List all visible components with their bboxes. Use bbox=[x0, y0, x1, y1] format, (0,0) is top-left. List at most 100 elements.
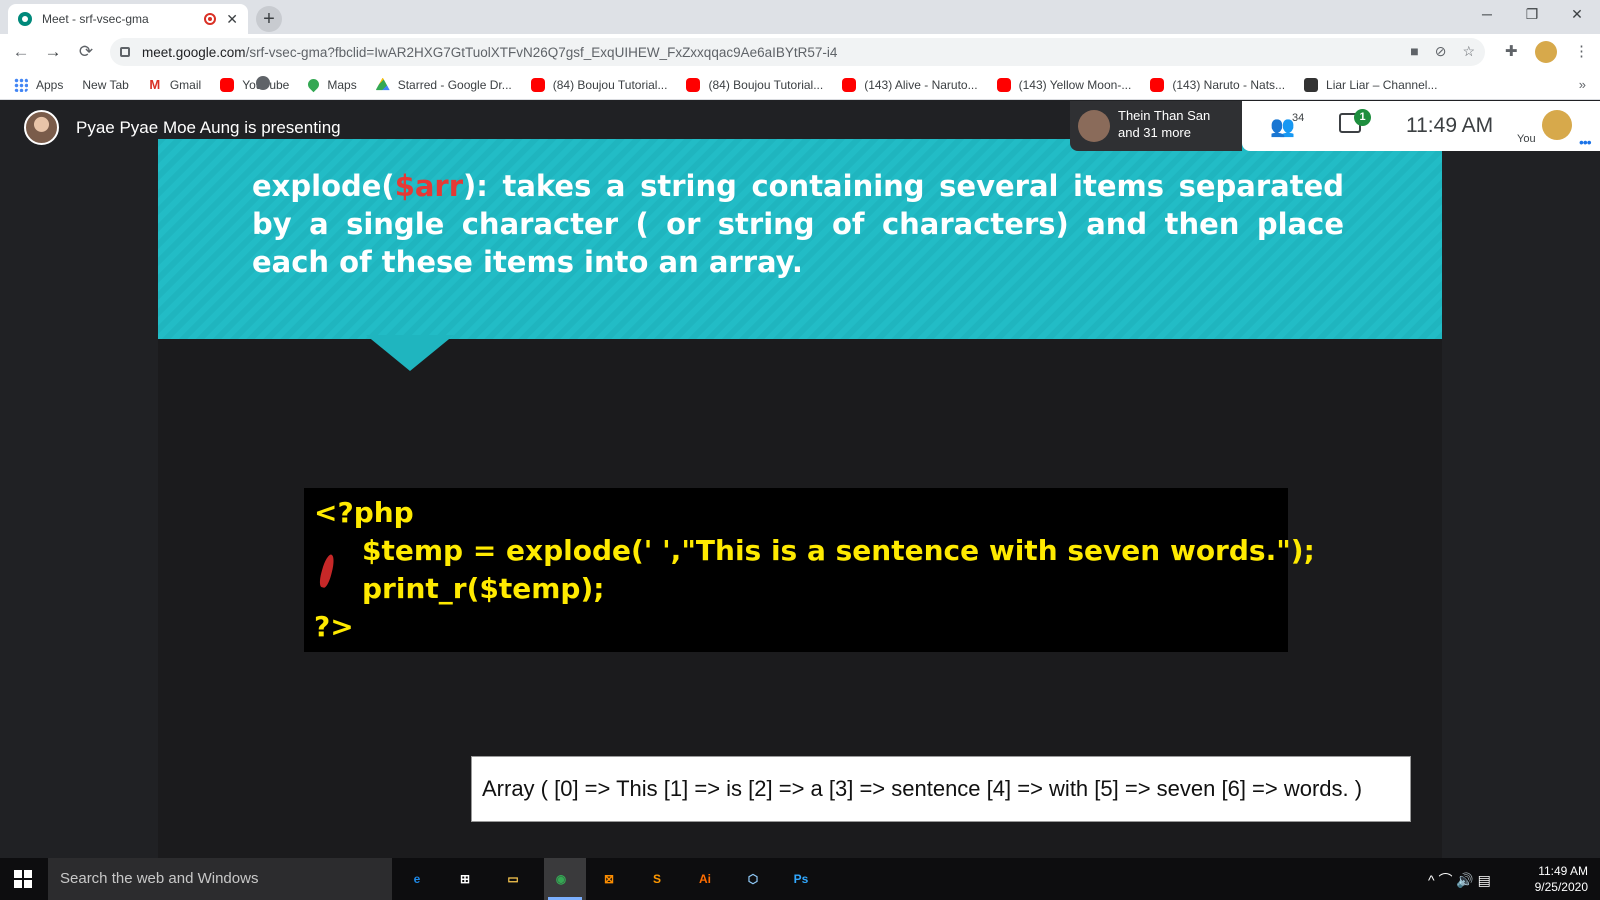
xampp-icon[interactable]: ⊠ bbox=[596, 866, 622, 892]
bookmarks-bar: Apps New Tab M Gmail YouTube Maps Starred - Go… bbox=[0, 70, 1600, 100]
omnibox-icons: ■ ⊘ ☆ bbox=[1410, 43, 1475, 60]
code-line: ?> bbox=[314, 610, 354, 643]
presenter-bar: Pyae Pyae Moe Aung is presenting Thein T… bbox=[0, 101, 1600, 151]
slide-description: explode($arr): takes a string containing… bbox=[252, 169, 1344, 279]
you-label: You bbox=[1517, 133, 1536, 145]
tab-title: Meet - srf-vsec-gma bbox=[42, 12, 149, 26]
bookmark-item[interactable]: Starred - Google Dr... bbox=[375, 77, 512, 92]
bookmark-label: (143) Naruto - Nats... bbox=[1172, 77, 1286, 92]
youtube-icon bbox=[842, 77, 857, 92]
presenter-avatar bbox=[24, 110, 59, 145]
tray-clock[interactable]: 11:49 AM 9/25/2020 bbox=[1535, 863, 1588, 895]
participant-chip[interactable]: Thein Than San and 31 more bbox=[1070, 101, 1242, 151]
close-window-button[interactable]: ✕ bbox=[1562, 6, 1592, 23]
bookmark-item[interactable]: (84) Boujou Tutorial... bbox=[686, 77, 824, 92]
eye-off-icon[interactable]: ⊘ bbox=[1435, 43, 1447, 60]
edge-icon[interactable]: e bbox=[404, 866, 430, 892]
windows-start-icon[interactable] bbox=[14, 870, 32, 888]
url-text: meet.google.com/srf-vsec-gma?fbclid=IwAR… bbox=[142, 44, 838, 60]
self-avatar[interactable] bbox=[1542, 110, 1572, 140]
tab-close-icon[interactable]: ✕ bbox=[226, 11, 238, 28]
bookmark-item[interactable]: Maps bbox=[306, 76, 357, 93]
meet-favicon-icon bbox=[18, 12, 32, 26]
back-button[interactable]: ← bbox=[10, 42, 32, 62]
tab-strip: Meet - srf-vsec-gma ✕ + ─ ❐ ✕ bbox=[0, 0, 1600, 34]
youtube-icon bbox=[530, 77, 545, 92]
globe-icon bbox=[256, 76, 270, 90]
channel-icon bbox=[1304, 77, 1319, 92]
participant-name: Thein Than San bbox=[1118, 108, 1211, 123]
camera-icon[interactable]: ■ bbox=[1410, 43, 1418, 60]
code-box: <?php $temp = explode(' ',"This is a sen… bbox=[304, 488, 1315, 652]
forward-button[interactable]: → bbox=[42, 42, 64, 62]
bookmark-label: Liar Liar – Channel... bbox=[1326, 77, 1438, 92]
bookmark-item[interactable]: (143) Alive - Naruto... bbox=[842, 77, 978, 92]
drive-icon bbox=[375, 77, 390, 91]
bookmarks-more-icon[interactable]: » bbox=[1579, 77, 1586, 92]
bookmark-label: (84) Boujou Tutorial... bbox=[708, 77, 824, 92]
output-box: Array ( [0] => This [1] => is [2] => a [… bbox=[471, 756, 1411, 822]
bookmark-item[interactable]: YouTube bbox=[220, 77, 289, 92]
profile-avatar[interactable] bbox=[1535, 41, 1557, 63]
code-line: $temp = explode(' ',"This is a sentence … bbox=[362, 534, 1315, 567]
tray-date: 9/25/2020 bbox=[1534, 880, 1588, 894]
bookmark-label: (143) Alive - Naruto... bbox=[864, 77, 978, 92]
youtube-icon bbox=[220, 77, 235, 92]
illustrator-icon[interactable]: Ai bbox=[692, 866, 718, 892]
taskbar-search-input[interactable]: Search the web and Windows bbox=[48, 858, 392, 900]
meet-stage: explode($arr): takes a string containing… bbox=[0, 101, 1600, 858]
bookmark-item[interactable]: (143) Naruto - Nats... bbox=[1150, 77, 1286, 92]
lock-icon bbox=[120, 47, 130, 57]
bookmark-item[interactable]: M Gmail bbox=[148, 76, 202, 92]
bookmark-item[interactable]: New Tab bbox=[82, 76, 270, 92]
bookmark-item[interactable]: Apps bbox=[14, 77, 64, 92]
chrome-menu-icon[interactable]: ⋮ bbox=[1574, 42, 1589, 60]
gmail-icon: M bbox=[149, 76, 161, 92]
bookmark-label: Gmail bbox=[169, 77, 202, 92]
meeting-clock: 11:49 AM bbox=[1406, 114, 1494, 137]
browser-tab[interactable]: Meet - srf-vsec-gma ✕ bbox=[8, 4, 248, 34]
browser-toolbar: ← → ⟳ meet.google.com/srf-vsec-gma?fbcli… bbox=[0, 34, 1600, 70]
bookmark-label: (143) Yellow Moon-... bbox=[1018, 77, 1132, 92]
more-options-icon[interactable]: ••• bbox=[1579, 134, 1592, 150]
meet-controls-panel: 👥 34 1 11:49 AM You ••• bbox=[1242, 101, 1600, 151]
tray-icons[interactable]: ^ ⌒ 🔊 ▤ bbox=[1428, 870, 1491, 890]
box-app-icon[interactable]: ⬡ bbox=[740, 866, 766, 892]
bookmark-item[interactable]: (84) Boujou Tutorial... bbox=[530, 77, 668, 92]
highlight-arg: $arr bbox=[394, 169, 464, 203]
bookmark-item[interactable]: Liar Liar – Channel... bbox=[1304, 77, 1438, 92]
file-explorer-icon[interactable]: ▭ bbox=[500, 866, 526, 892]
address-bar[interactable]: meet.google.com/srf-vsec-gma?fbclid=IwAR… bbox=[110, 38, 1485, 66]
recording-icon bbox=[204, 13, 217, 25]
windows-taskbar: Search the web and Windows e ⊞ ▭ ◉ ⊠ S Ai ⬡ Ps ^… bbox=[0, 858, 1600, 900]
photoshop-icon[interactable]: Ps bbox=[788, 866, 814, 892]
sublime-icon[interactable]: S bbox=[644, 866, 670, 892]
bookmark-label: New Tab bbox=[82, 77, 129, 92]
youtube-icon bbox=[686, 77, 701, 92]
store-icon[interactable]: ⊞ bbox=[452, 866, 478, 892]
header-notch bbox=[366, 335, 454, 371]
presenter-label: Pyae Pyae Moe Aung is presenting bbox=[76, 118, 341, 137]
people-count: 34 bbox=[1292, 112, 1305, 124]
minimize-button[interactable]: ─ bbox=[1472, 6, 1502, 22]
chat-badge: 1 bbox=[1354, 109, 1371, 126]
bookmark-label: Starred - Google Dr... bbox=[397, 77, 512, 92]
maps-icon bbox=[306, 76, 322, 93]
youtube-icon bbox=[1150, 77, 1165, 92]
presented-slide: explode($arr): takes a string containing… bbox=[158, 139, 1442, 858]
bookmark-label: Apps bbox=[36, 77, 64, 92]
participant-avatar bbox=[1078, 110, 1110, 142]
bookmark-label: (84) Boujou Tutorial... bbox=[552, 77, 668, 92]
youtube-icon bbox=[996, 77, 1011, 92]
tray-time: 11:49 AM bbox=[1538, 864, 1588, 878]
bookmark-item[interactable]: (143) Yellow Moon-... bbox=[996, 77, 1132, 92]
extensions-icon[interactable]: ✚ bbox=[1505, 42, 1518, 60]
code-line: <?php bbox=[314, 496, 414, 529]
new-tab-button[interactable]: + bbox=[256, 6, 282, 32]
star-icon[interactable]: ☆ bbox=[1462, 43, 1475, 60]
reload-button[interactable]: ⟳ bbox=[75, 42, 97, 62]
code-line: print_r($temp); bbox=[362, 572, 605, 605]
chrome-icon[interactable]: ◉ bbox=[548, 866, 574, 892]
bookmark-label: Maps bbox=[327, 77, 357, 92]
restore-button[interactable]: ❐ bbox=[1517, 6, 1547, 23]
